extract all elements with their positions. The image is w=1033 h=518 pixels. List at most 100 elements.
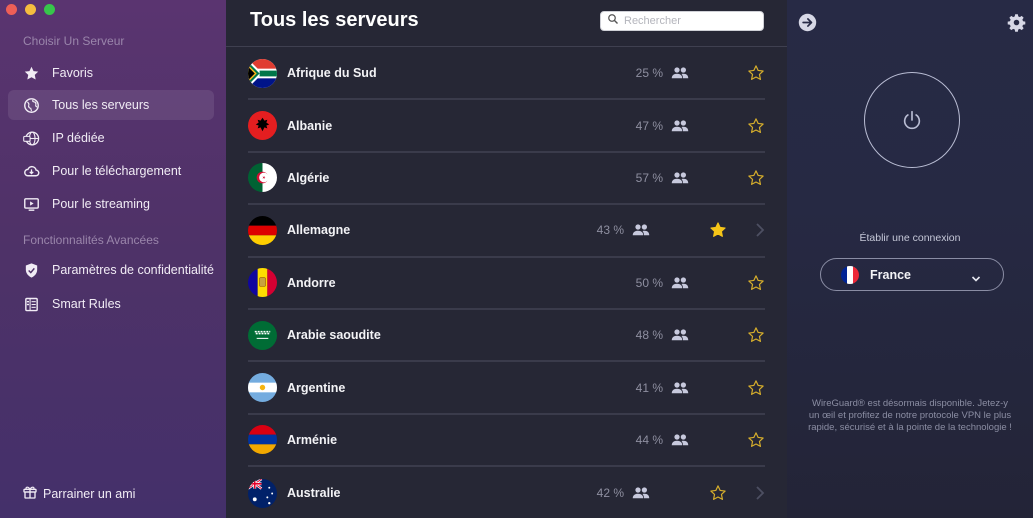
server-row[interactable]: Arabie saoudite 48 % (248, 310, 765, 363)
sidebar-item-label: Favoris (52, 66, 93, 80)
gift-icon (22, 484, 43, 503)
flag-algeria-icon (248, 163, 277, 193)
flag-andorra-icon (248, 268, 277, 298)
users-icon (671, 381, 689, 393)
users-icon (671, 119, 689, 131)
selected-location: France (870, 267, 911, 282)
page-title: Tous les serveurs (250, 9, 419, 31)
sidebar-item-favorites[interactable]: Favoris (8, 58, 214, 88)
server-load: 42 % (597, 486, 650, 500)
favorite-star-filled-icon[interactable] (709, 221, 727, 239)
chevron-right-icon[interactable] (755, 223, 765, 237)
close-window-button[interactable] (6, 4, 17, 15)
flag-argentina-icon (248, 373, 277, 403)
server-row[interactable]: Allemagne 43 % (248, 205, 765, 258)
users-icon (632, 487, 650, 499)
refer-friend-button[interactable]: Parrainer un ami (22, 484, 135, 503)
favorite-star-icon[interactable] (709, 484, 727, 502)
sidebar-item-label: Pour le téléchargement (52, 164, 182, 178)
favorite-star-icon[interactable] (747, 326, 765, 344)
star-icon (22, 64, 40, 82)
search-icon (607, 12, 624, 30)
minimize-window-button[interactable] (25, 4, 36, 15)
sidebar-item-label: Tous les serveurs (52, 98, 150, 112)
users-icon (671, 67, 689, 79)
section-label-advanced: Fonctionnalités Avancées (23, 233, 159, 247)
dedicated-ip-icon (22, 129, 40, 147)
sidebar-item-smart-rules[interactable]: Smart Rules (8, 289, 214, 319)
country-name: Argentine (287, 380, 346, 395)
server-load-value: 47 % (635, 118, 663, 133)
server-row[interactable]: Andorre 50 % (248, 258, 765, 310)
zoom-window-button[interactable] (44, 4, 55, 15)
header-divider (226, 46, 787, 47)
server-load-value: 44 % (635, 432, 663, 447)
location-select[interactable]: France (820, 258, 1004, 291)
sidebar-item-all-servers[interactable]: Tous les serveurs (8, 90, 214, 120)
tv-play-icon (22, 195, 40, 213)
sidebar-item-label: IP dédiée (52, 131, 105, 145)
users-icon (671, 172, 689, 184)
chevron-down-icon (971, 270, 981, 282)
search-box[interactable] (600, 11, 764, 31)
server-load: 57 % (636, 171, 689, 185)
country-name: Arménie (287, 432, 338, 447)
server-row[interactable]: Australie 42 % (248, 467, 765, 518)
favorite-star-icon[interactable] (747, 64, 765, 82)
country-name: Australie (287, 486, 341, 501)
users-icon (671, 434, 689, 446)
server-row[interactable]: Afrique du Sud 25 % (248, 48, 765, 101)
server-load-value: 57 % (635, 170, 663, 185)
power-icon (903, 110, 921, 130)
server-row[interactable]: Argentine 41 % (248, 362, 765, 415)
wireguard-promo-text: WireGuard® est désormais disponible. Jet… (808, 398, 1012, 433)
sidebar-item-privacy-settings[interactable]: Paramètres de confidentialité (8, 255, 214, 285)
favorite-star-icon[interactable] (747, 169, 765, 187)
sidebar-item-streaming[interactable]: Pour le streaming (8, 189, 214, 219)
chevron-right-icon[interactable] (755, 486, 765, 500)
favorite-star-icon[interactable] (747, 117, 765, 135)
server-load-value: 41 % (635, 380, 663, 395)
favorite-star-icon[interactable] (747, 274, 765, 292)
server-load-value: 43 % (596, 223, 624, 238)
connect-power-button[interactable] (864, 72, 960, 168)
globe-icon (22, 96, 40, 114)
search-input[interactable] (624, 15, 754, 27)
server-load: 48 % (636, 328, 689, 342)
users-icon (671, 277, 689, 288)
server-list: Afrique du Sud 25 % Albanie 47 % Algérie… (248, 48, 765, 518)
cloud-download-icon (22, 162, 40, 180)
server-load-value: 42 % (596, 486, 624, 501)
flag-germany-icon (248, 215, 277, 245)
server-load: 41 % (636, 381, 689, 395)
sidebar-item-download[interactable]: Pour le téléchargement (8, 156, 214, 186)
server-row[interactable]: Arménie 44 % (248, 415, 765, 468)
server-row[interactable]: Algérie 57 % (248, 153, 765, 206)
country-name: Andorre (287, 275, 336, 290)
server-load: 50 % (636, 276, 689, 290)
sidebar-item-dedicated-ip[interactable]: IP dédiée (8, 123, 214, 153)
sidebar-item-label: Paramètres de confidentialité (52, 263, 214, 277)
collapse-panel-button[interactable] (798, 13, 817, 32)
window-controls (6, 4, 55, 15)
sidebar-item-label: Pour le streaming (52, 197, 150, 211)
favorite-star-icon[interactable] (747, 379, 765, 397)
favorite-star-icon[interactable] (747, 431, 765, 449)
flag-australia-icon (248, 478, 277, 508)
settings-button[interactable] (1007, 13, 1026, 32)
arrow-right-circle-icon (798, 13, 817, 32)
flag-france-icon (841, 265, 859, 284)
shield-check-icon (22, 261, 40, 279)
flag-south-africa-icon (248, 58, 277, 88)
country-name: Albanie (287, 118, 333, 133)
country-name: Arabie saoudite (287, 328, 381, 343)
server-row[interactable]: Albanie 47 % (248, 100, 765, 153)
connection-status-label: Établir une connexion (859, 232, 961, 244)
server-load: 43 % (597, 223, 650, 237)
users-icon (671, 329, 689, 341)
connection-panel: Établir une connexion France WireGuard® … (787, 0, 1033, 518)
gear-icon (1007, 14, 1026, 32)
server-load-value: 48 % (635, 328, 663, 343)
rules-icon (22, 295, 40, 313)
flag-saudi-arabia-icon (248, 320, 277, 350)
